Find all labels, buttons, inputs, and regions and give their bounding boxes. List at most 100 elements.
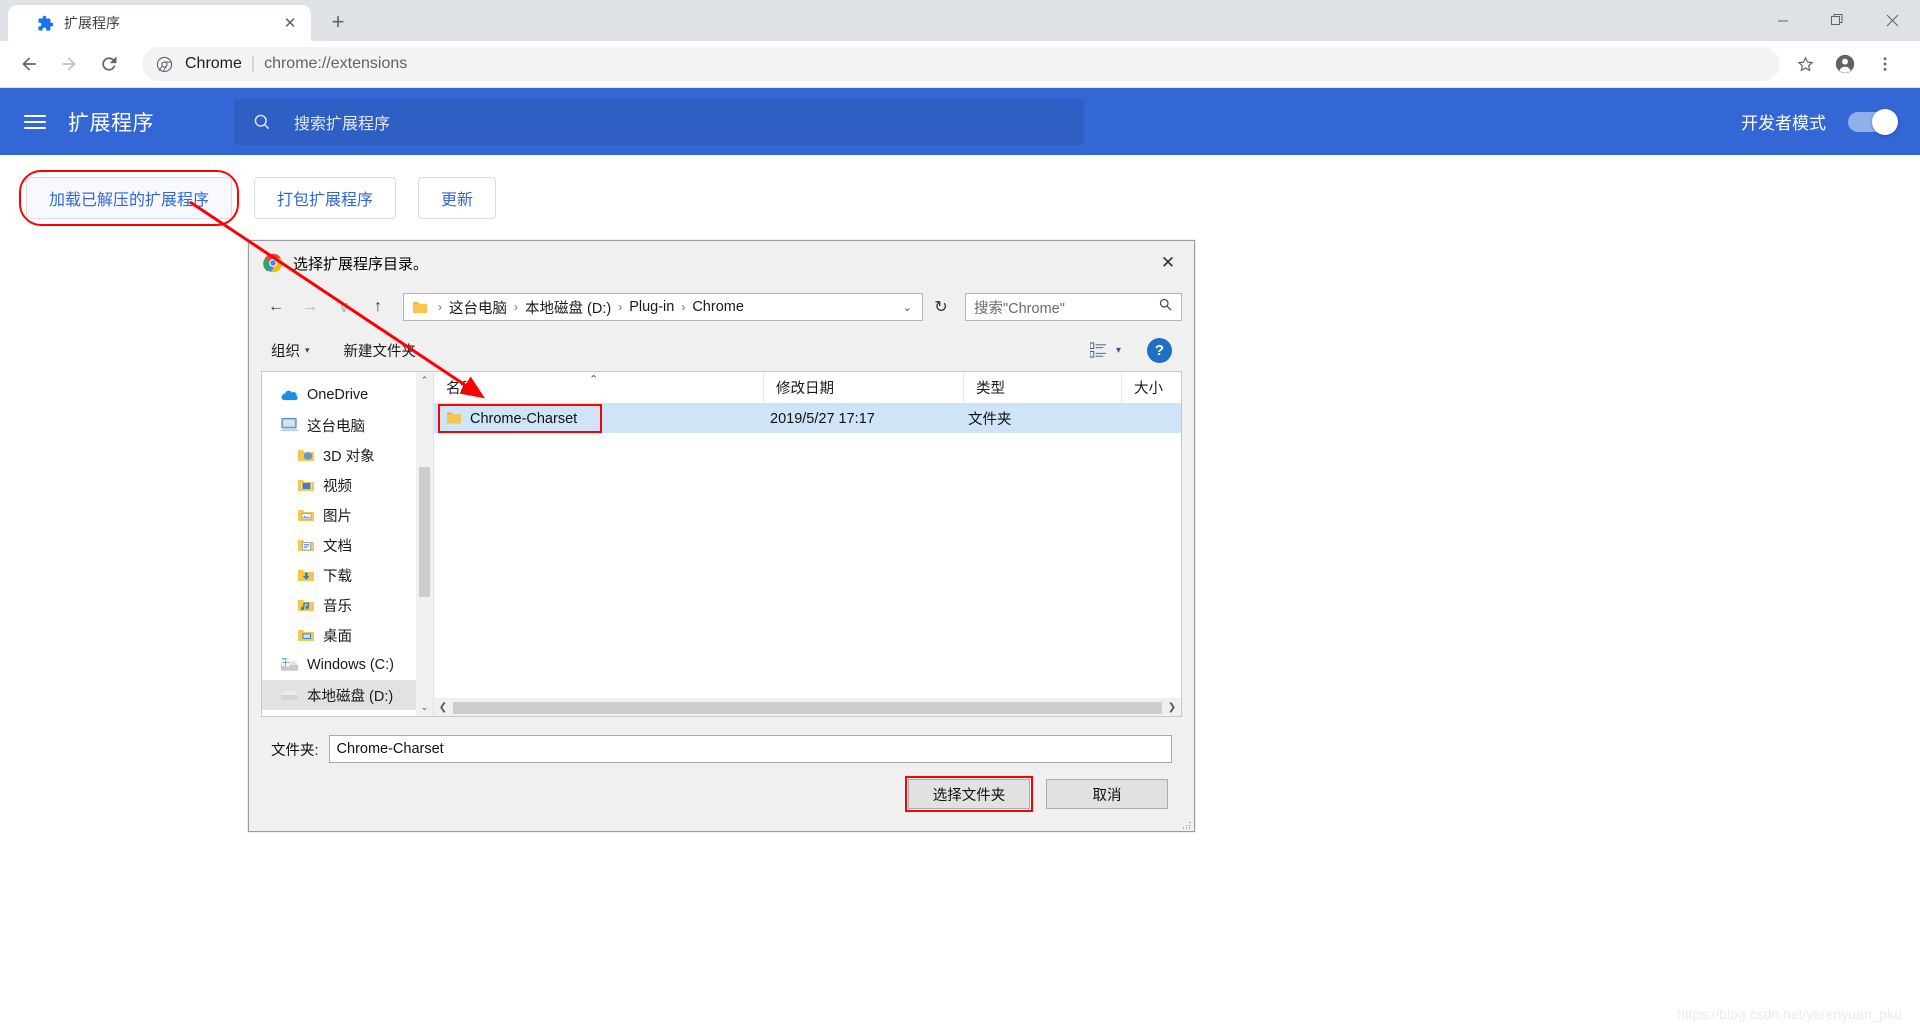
select-folder-label: 选择文件夹 — [932, 787, 1006, 804]
developer-mode-toggle[interactable] — [1848, 108, 1898, 135]
back-icon[interactable] — [12, 47, 46, 81]
tree-item-local-disk-d[interactable]: 本地磁盘 (D:) — [262, 680, 433, 710]
tree-item-3d-objects[interactable]: 3D 对象 — [262, 440, 433, 470]
tree-item-this-pc[interactable]: 这台电脑 — [262, 410, 433, 440]
folder-field-row: 文件夹: Chrome-Charset — [271, 735, 1172, 763]
file-list-pane: 名称 ⌃ 修改日期 类型 大小 Chrome-Charset 2019/5/27… — [434, 372, 1181, 716]
organize-label: 组织 — [271, 343, 300, 360]
scroll-down-icon[interactable]: ⌄ — [416, 699, 433, 716]
sort-ascending-icon: ⌃ — [589, 374, 599, 386]
new-folder-button[interactable]: 新建文件夹 — [344, 340, 417, 361]
folder-video-icon — [296, 476, 315, 495]
horizontal-scrollbar-thumb[interactable] — [453, 701, 1162, 714]
page-title: 扩展程序 — [68, 111, 154, 135]
folder-desktop-icon — [296, 626, 315, 645]
breadcrumb[interactable]: › 这台电脑 › 本地磁盘 (D:) › Plug-in › Chrome ⌄ — [403, 293, 923, 321]
column-label: 名称 — [446, 381, 475, 397]
update-button[interactable]: 更新 — [418, 177, 497, 219]
dialog-search-input[interactable]: 搜索"Chrome" — [965, 293, 1182, 321]
file-date-cell: 2019/5/27 17:17 — [770, 410, 875, 427]
breadcrumb-item-1[interactable]: 本地磁盘 (D:) — [523, 297, 613, 318]
column-header-type[interactable]: 类型 — [964, 372, 1122, 403]
tree-item-label: 3D 对象 — [323, 448, 375, 465]
organize-button[interactable]: 组织 ▾ — [271, 340, 310, 361]
dialog-back-icon[interactable]: ← — [261, 292, 291, 322]
tree-item-documents[interactable]: 文档 — [262, 530, 433, 560]
select-folder-button[interactable]: 选择文件夹 — [905, 776, 1033, 812]
breadcrumb-dropdown-icon[interactable]: ⌄ — [897, 301, 918, 314]
dialog-nav-bar: ← → ∨ ↑ › 这台电脑 › 本地磁盘 (D:) › Plug-in › C… — [249, 285, 1194, 329]
tree-item-videos[interactable]: 视频 — [262, 470, 433, 500]
chrome-logo-icon — [263, 253, 283, 273]
omnibox-scheme-label: Chrome — [185, 55, 242, 72]
tree-item-desktop[interactable]: 桌面 — [262, 620, 433, 650]
drive-windows-icon — [280, 656, 299, 675]
scroll-right-icon[interactable]: ❯ — [1163, 702, 1181, 713]
dialog-title: 选择扩展程序目录。 — [293, 255, 429, 273]
tree-item-onedrive[interactable]: OneDrive — [262, 380, 433, 410]
tree-scrollbar-track[interactable] — [416, 389, 433, 699]
update-label: 更新 — [441, 192, 474, 209]
address-bar[interactable]: Chrome | chrome://extensions — [142, 47, 1780, 81]
tree-item-label: 桌面 — [323, 628, 352, 645]
column-header-date[interactable]: 修改日期 — [764, 372, 964, 403]
load-unpacked-button[interactable]: 加载已解压的扩展程序 — [19, 170, 240, 226]
tree-item-windows-c[interactable]: Windows (C:) — [262, 650, 433, 680]
browser-window: 扩展程序 ✕ + Chrome | chrome://extensions 扩展… — [0, 0, 1920, 1030]
cancel-button[interactable]: 取消 — [1046, 779, 1168, 809]
table-row[interactable]: Chrome-Charset 2019/5/27 17:17 文件夹 — [434, 404, 1181, 433]
breadcrumb-item-0[interactable]: 这台电脑 — [447, 297, 509, 318]
tree-item-downloads[interactable]: 下载 — [262, 560, 433, 590]
breadcrumb-separator: › — [681, 300, 686, 314]
reload-icon[interactable] — [92, 47, 126, 81]
extensions-action-bar: 加载已解压的扩展程序 打包扩展程序 更新 — [0, 155, 1920, 226]
dialog-up-icon[interactable]: ↑ — [363, 292, 393, 322]
breadcrumb-separator: › — [514, 300, 518, 314]
dialog-close-icon[interactable]: ✕ — [1142, 245, 1194, 281]
folder-name-input[interactable]: Chrome-Charset — [328, 735, 1172, 763]
folder-name-value: Chrome-Charset — [336, 741, 444, 757]
window-restore-button[interactable] — [1810, 0, 1865, 41]
load-unpacked-label: 加载已解压的扩展程序 — [49, 192, 210, 209]
new-folder-label: 新建文件夹 — [343, 343, 417, 360]
column-header-name[interactable]: 名称 ⌃ — [434, 372, 764, 403]
breadcrumb-separator: › — [438, 300, 442, 314]
bookmark-star-icon[interactable] — [1788, 47, 1822, 81]
account-icon[interactable] — [1828, 47, 1862, 81]
dialog-refresh-icon[interactable]: ↻ — [927, 293, 955, 321]
dialog-resize-grip[interactable] — [1179, 816, 1191, 829]
this-pc-icon — [280, 416, 299, 435]
tab-title: 扩展程序 — [64, 15, 120, 31]
new-tab-button[interactable]: + — [321, 5, 355, 39]
view-options-button[interactable]: ▾ — [1089, 341, 1121, 359]
help-button[interactable]: ? — [1147, 337, 1172, 363]
tree-item-pictures[interactable]: 图片 — [262, 500, 433, 530]
breadcrumb-item-2[interactable]: Plug-in — [627, 299, 676, 315]
folder-pictures-icon — [296, 506, 315, 525]
window-minimize-button[interactable] — [1755, 0, 1810, 41]
forward-icon[interactable] — [52, 47, 86, 81]
tree-item-music[interactable]: 音乐 — [262, 590, 433, 620]
window-controls — [1755, 0, 1920, 41]
three-dot-menu-icon[interactable] — [1868, 47, 1902, 81]
tab-close-icon[interactable]: ✕ — [279, 12, 301, 34]
hamburger-menu-icon[interactable] — [24, 114, 46, 129]
dialog-recent-icon[interactable]: ∨ — [329, 292, 359, 322]
browser-toolbar: Chrome | chrome://extensions — [0, 41, 1920, 88]
browser-tab[interactable]: 扩展程序 ✕ — [8, 5, 311, 41]
column-header-size[interactable]: 大小 — [1122, 372, 1181, 403]
tree-scrollbar-thumb[interactable] — [419, 467, 430, 597]
window-close-button[interactable] — [1865, 0, 1920, 41]
file-list-horizontal-scrollbar[interactable]: ❮ ❯ — [434, 698, 1181, 716]
breadcrumb-item-3[interactable]: Chrome — [690, 299, 746, 315]
search-icon — [252, 112, 272, 132]
pack-extension-label: 打包扩展程序 — [277, 192, 374, 209]
extensions-search-input[interactable]: 搜索扩展程序 — [234, 98, 1084, 145]
scroll-up-icon[interactable]: ⌃ — [416, 372, 433, 389]
scroll-left-icon[interactable]: ❮ — [434, 702, 452, 713]
tree-scrollbar[interactable]: ⌃ ⌄ — [416, 372, 433, 716]
tree-item-label: 音乐 — [323, 598, 352, 615]
toggle-knob — [1872, 108, 1898, 135]
pack-extension-button[interactable]: 打包扩展程序 — [254, 177, 397, 219]
dialog-forward-icon[interactable]: → — [295, 292, 325, 322]
